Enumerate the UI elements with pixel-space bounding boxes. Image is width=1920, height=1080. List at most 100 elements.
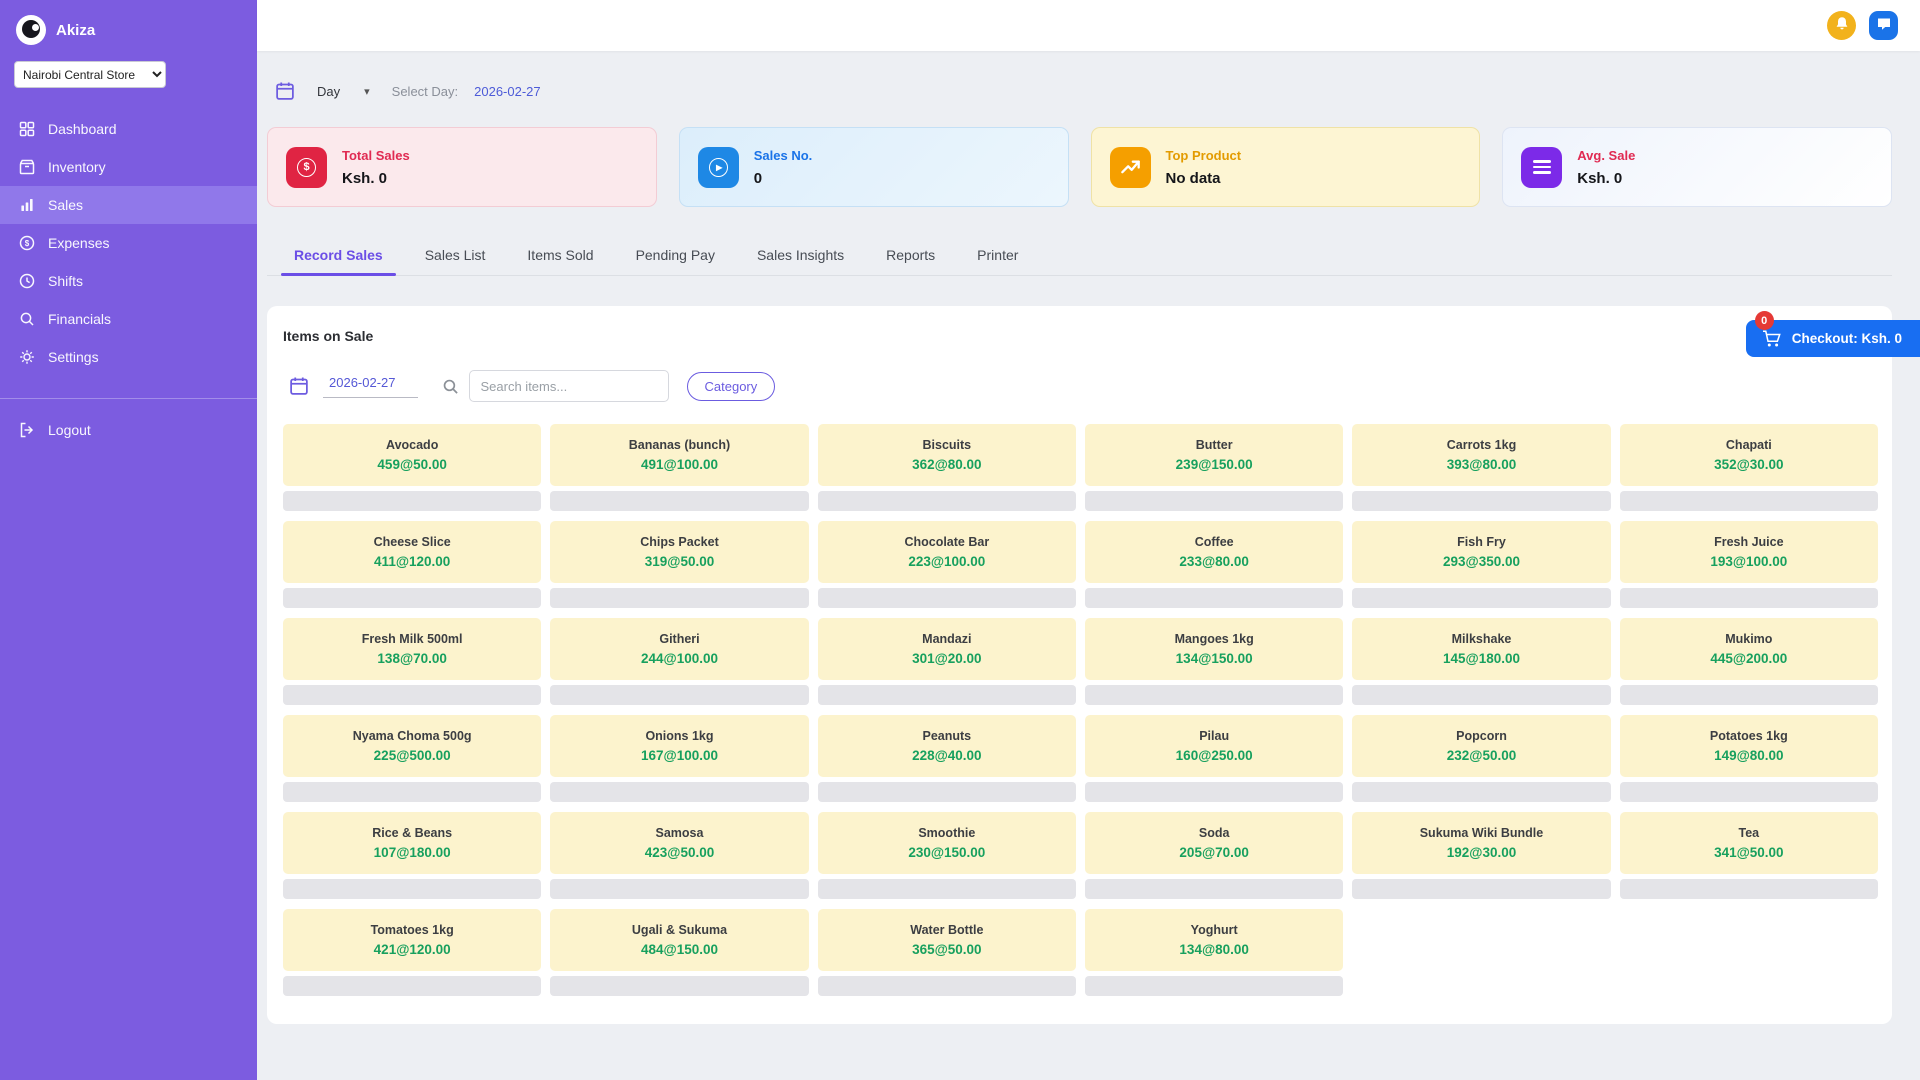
sidebar-item-label: Dashboard xyxy=(48,121,117,137)
product-card[interactable]: Mandazi 301@20.00 xyxy=(818,618,1076,705)
logout-button[interactable]: Logout xyxy=(0,411,257,449)
product-card[interactable]: Pilau 160@250.00 xyxy=(1085,715,1343,802)
tab[interactable]: Sales List xyxy=(404,235,507,275)
checkout-button[interactable]: 0 Checkout: Ksh. 0 xyxy=(1746,320,1920,357)
product-progress-bar xyxy=(818,976,1076,996)
sidebar-item[interactable]: Financials xyxy=(0,300,257,338)
product-price: 107@180.00 xyxy=(374,845,451,860)
product-card[interactable]: Bananas (bunch) 491@100.00 xyxy=(550,424,808,511)
product-card[interactable]: Chips Packet 319@50.00 xyxy=(550,521,808,608)
product-card[interactable]: Butter 239@150.00 xyxy=(1085,424,1343,511)
sidebar-item[interactable]: Shifts xyxy=(0,262,257,300)
product-card[interactable]: Fresh Juice 193@100.00 xyxy=(1620,521,1878,608)
product-card[interactable]: Fresh Milk 500ml 138@70.00 xyxy=(283,618,541,705)
product-card[interactable]: Water Bottle 365@50.00 xyxy=(818,909,1076,996)
product-progress-bar xyxy=(1620,685,1878,705)
product-price: 228@40.00 xyxy=(912,748,981,763)
product-card[interactable]: Onions 1kg 167@100.00 xyxy=(550,715,808,802)
product-card[interactable]: Popcorn 232@50.00 xyxy=(1352,715,1610,802)
selected-date[interactable]: 2026-02-27 xyxy=(474,84,541,99)
product-name: Fresh Milk 500ml xyxy=(362,632,463,646)
product-card[interactable]: Samosa 423@50.00 xyxy=(550,812,808,899)
tab[interactable]: Record Sales xyxy=(273,235,404,275)
panel-title: Items on Sale xyxy=(283,328,1878,344)
tab-label: Printer xyxy=(977,247,1018,263)
product-card[interactable]: Coffee 233@80.00 xyxy=(1085,521,1343,608)
items-date-input[interactable]: 2026-02-27 xyxy=(323,375,418,398)
product-progress-bar xyxy=(818,879,1076,899)
search-input[interactable] xyxy=(469,370,669,402)
product-card[interactable]: Rice & Beans 107@180.00 xyxy=(283,812,541,899)
logout-icon xyxy=(19,422,35,438)
product-name: Chapati xyxy=(1726,438,1772,452)
product-card[interactable]: Smoothie 230@150.00 xyxy=(818,812,1076,899)
select-day-label: Select Day: xyxy=(392,84,458,99)
product-progress-bar xyxy=(1352,685,1610,705)
product-card[interactable]: Sukuma Wiki Bundle 192@30.00 xyxy=(1352,812,1610,899)
product-card[interactable]: Peanuts 228@40.00 xyxy=(818,715,1076,802)
logout-label: Logout xyxy=(48,422,91,438)
category-button[interactable]: Category xyxy=(687,372,776,401)
product-progress-bar xyxy=(550,491,808,511)
stat-title: Avg. Sale xyxy=(1577,148,1635,163)
notifications-button[interactable] xyxy=(1827,11,1856,40)
tab[interactable]: Pending Pay xyxy=(615,235,736,275)
product-progress-bar xyxy=(283,782,541,802)
sidebar-item[interactable]: Sales xyxy=(0,186,257,224)
product-price: 362@80.00 xyxy=(912,457,981,472)
product-price: 134@150.00 xyxy=(1176,651,1253,666)
product-price: 459@50.00 xyxy=(377,457,446,472)
product-name: Mangoes 1kg xyxy=(1175,632,1254,646)
app-name: Akiza xyxy=(56,22,95,39)
content: Day ▾ Select Day: 2026-02-27 $ Total Sal… xyxy=(257,51,1920,1080)
product-card[interactable]: Mangoes 1kg 134@150.00 xyxy=(1085,618,1343,705)
product-price: 484@150.00 xyxy=(641,942,718,957)
product-card[interactable]: Biscuits 362@80.00 xyxy=(818,424,1076,511)
product-card[interactable]: Cheese Slice 411@120.00 xyxy=(283,521,541,608)
tab[interactable]: Sales Insights xyxy=(736,235,865,275)
product-card[interactable]: Yoghurt 134@80.00 xyxy=(1085,909,1343,996)
messages-button[interactable] xyxy=(1869,11,1898,40)
product-name: Milkshake xyxy=(1452,632,1512,646)
product-card[interactable]: Soda 205@70.00 xyxy=(1085,812,1343,899)
store-selector[interactable]: Nairobi Central Store xyxy=(14,61,166,88)
tab[interactable]: Printer xyxy=(956,235,1039,275)
date-filter-bar: Day ▾ Select Day: 2026-02-27 xyxy=(267,77,1892,105)
product-name: Smoothie xyxy=(918,826,975,840)
product-progress-bar xyxy=(1620,491,1878,511)
product-card[interactable]: Fish Fry 293@350.00 xyxy=(1352,521,1610,608)
cart-icon xyxy=(1762,330,1782,348)
product-card[interactable]: Tea 341@50.00 xyxy=(1620,812,1878,899)
stat-card: ▶ Sales No. 0 xyxy=(679,127,1069,207)
settings-icon xyxy=(19,349,35,365)
product-card[interactable]: Potatoes 1kg 149@80.00 xyxy=(1620,715,1878,802)
product-name: Rice & Beans xyxy=(372,826,452,840)
product-name: Mukimo xyxy=(1725,632,1772,646)
product-card[interactable]: Avocado 459@50.00 xyxy=(283,424,541,511)
product-card[interactable]: Tomatoes 1kg 421@120.00 xyxy=(283,909,541,996)
sidebar-item[interactable]: Inventory xyxy=(0,148,257,186)
bell-icon xyxy=(1834,16,1850,35)
sidebar-item[interactable]: Settings xyxy=(0,338,257,376)
calendar-icon[interactable] xyxy=(289,376,309,396)
product-card[interactable]: Githeri 244@100.00 xyxy=(550,618,808,705)
product-card[interactable]: Chapati 352@30.00 xyxy=(1620,424,1878,511)
calendar-icon[interactable] xyxy=(275,81,295,101)
product-price: 232@50.00 xyxy=(1447,748,1516,763)
product-progress-bar xyxy=(1352,588,1610,608)
product-card[interactable]: Chocolate Bar 223@100.00 xyxy=(818,521,1076,608)
product-card[interactable]: Nyama Choma 500g 225@500.00 xyxy=(283,715,541,802)
tab[interactable]: Items Sold xyxy=(506,235,614,275)
sidebar-item[interactable]: $ Expenses xyxy=(0,224,257,262)
sales-tabs: Record Sales Sales List Items Sold Pendi… xyxy=(267,235,1892,276)
product-card[interactable]: Milkshake 145@180.00 xyxy=(1352,618,1610,705)
product-name: Chocolate Bar xyxy=(904,535,989,549)
product-card[interactable]: Carrots 1kg 393@80.00 xyxy=(1352,424,1610,511)
sidebar-item[interactable]: Dashboard xyxy=(0,110,257,148)
product-card[interactable]: Ugali & Sukuma 484@150.00 xyxy=(550,909,808,996)
tab[interactable]: Reports xyxy=(865,235,956,275)
product-card[interactable]: Mukimo 445@200.00 xyxy=(1620,618,1878,705)
period-select[interactable]: Day ▾ xyxy=(317,84,370,99)
product-price: 225@500.00 xyxy=(374,748,451,763)
product-price: 319@50.00 xyxy=(645,554,714,569)
